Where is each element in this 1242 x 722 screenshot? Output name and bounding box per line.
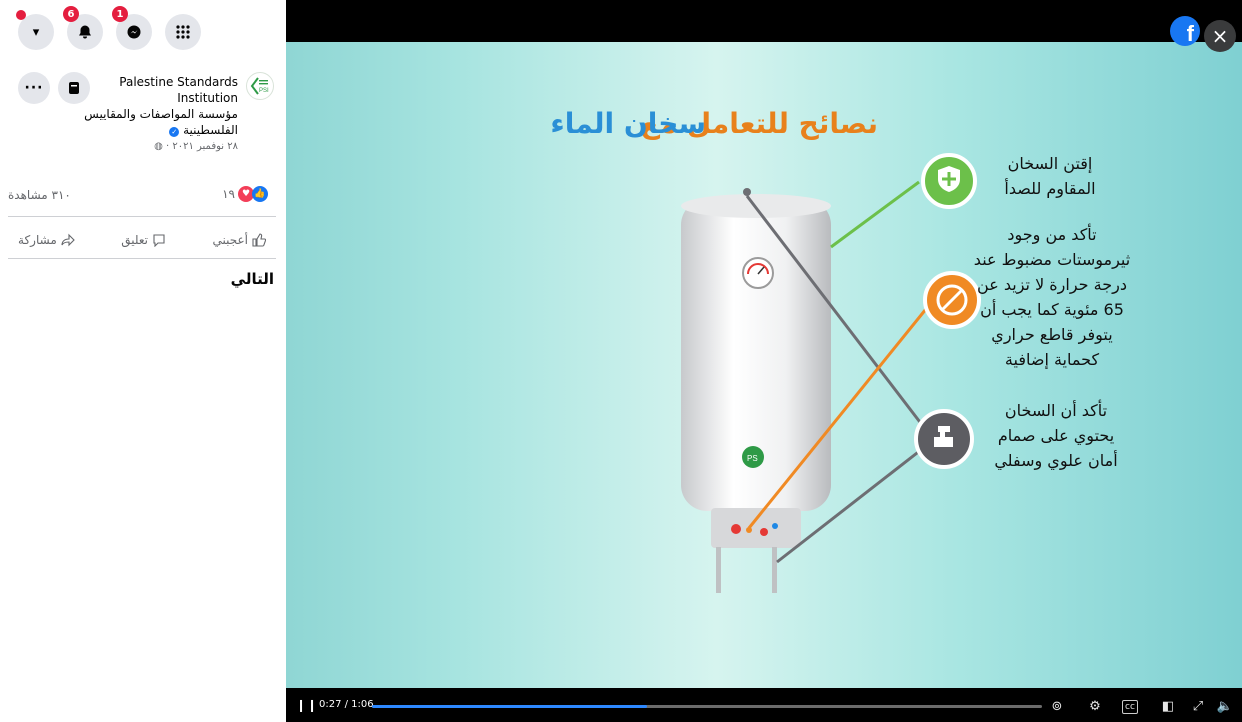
heater-base bbox=[711, 508, 801, 548]
top-icon-bar: ▾ 6 1 bbox=[16, 6, 201, 50]
globe-icon: ◍ bbox=[154, 141, 163, 152]
tip-thermostat: تأكد من وجود ثيرموستات مضبوط عند درجة حر… bbox=[973, 225, 1131, 369]
green-connector bbox=[830, 180, 920, 249]
reaction-count: ١٩ bbox=[222, 187, 235, 201]
picture-in-picture-icon[interactable]: ◧ bbox=[1159, 697, 1177, 715]
page-info: Palestine Standards Institution مؤسسة ال… bbox=[78, 74, 238, 155]
page-name-en[interactable]: Palestine Standards Institution bbox=[78, 74, 238, 106]
reactions-summary[interactable]: ١٩ ♥ 👍 bbox=[222, 186, 268, 202]
tip-rust-resistant: إقتن السخان المقاوم للصدأ bbox=[1004, 154, 1096, 198]
notifications-badge: 6 bbox=[63, 6, 79, 22]
closed-captions-icon[interactable]: cc bbox=[1122, 700, 1138, 714]
close-icon: × bbox=[1211, 24, 1229, 48]
volume-icon[interactable]: 🔈 bbox=[1216, 697, 1234, 715]
view-count[interactable]: ٣١٠ مشاهدة bbox=[8, 188, 71, 202]
thumbs-up-icon bbox=[252, 233, 266, 247]
base-knob-red-2 bbox=[760, 528, 768, 536]
more-icon: ··· bbox=[24, 80, 44, 96]
messenger-icon bbox=[127, 25, 141, 39]
pipe-left bbox=[716, 547, 721, 593]
chevron-down-icon: ▾ bbox=[32, 24, 40, 40]
comment-icon bbox=[153, 234, 165, 247]
video-controls: ❙❙ 0:27 / 1:06 ⊚ ⚙ cc ◧ ⤢ 🔈 bbox=[286, 690, 1242, 722]
next-videos-heading: التالي bbox=[230, 270, 274, 288]
like-reaction-icon: 👍 bbox=[252, 186, 268, 202]
comment-label: تعليق bbox=[121, 233, 148, 247]
video-frame[interactable]: PS نصائح للتعامل مع سخان الماء إقتن السخ… bbox=[286, 42, 1242, 688]
comment-button[interactable]: تعليق bbox=[111, 227, 176, 253]
messenger-button[interactable]: 1 bbox=[112, 6, 152, 50]
share-button[interactable]: مشاركة bbox=[8, 227, 85, 253]
fullscreen-icon[interactable]: ⤢ bbox=[1189, 697, 1207, 715]
pipe-right bbox=[772, 547, 777, 593]
like-button[interactable]: أعجبني bbox=[203, 227, 276, 253]
stats-divider bbox=[8, 216, 276, 217]
messenger-badge: 1 bbox=[112, 6, 128, 22]
verified-badge-icon: ✓ bbox=[169, 127, 180, 137]
psi-logo-icon: PSI bbox=[250, 77, 269, 95]
video-title-part2: سخان الماء bbox=[550, 107, 706, 140]
post-date-text: ٢٨ نوفمبر ٢٠٢١ · bbox=[166, 141, 238, 152]
apps-menu-button[interactable] bbox=[165, 14, 201, 50]
tip-safety-valve: تأكد أن السخان يحتوي على صمام أمان علوي … bbox=[994, 401, 1118, 470]
captions-style-icon[interactable]: ⊚ bbox=[1048, 697, 1066, 715]
account-menu-button[interactable]: ▾ bbox=[16, 10, 54, 50]
notifications-button[interactable]: 6 bbox=[63, 6, 103, 50]
post-stats: ٣١٠ مشاهدة ١٩ ♥ 👍 bbox=[8, 185, 276, 209]
grid-menu-icon bbox=[176, 25, 190, 39]
post-sidebar: ▾ 6 1 ··· PSI Palestine Standards Instit… bbox=[0, 0, 286, 722]
progress-fill bbox=[372, 705, 647, 708]
facebook-logo-glyph: f bbox=[1186, 21, 1194, 46]
post-date[interactable]: ٢٨ نوفمبر ٢٠٢١ · ◍ bbox=[78, 139, 238, 155]
post-options-button[interactable]: ··· bbox=[18, 72, 50, 104]
base-knob-blue bbox=[772, 523, 778, 529]
psi-logo-text: PSI bbox=[259, 88, 269, 94]
post-header: ··· PSI Palestine Standards Institution … bbox=[18, 70, 274, 170]
bell-icon bbox=[79, 25, 91, 39]
actions-divider bbox=[8, 258, 276, 259]
pause-button[interactable]: ❙❙ bbox=[296, 698, 318, 712]
facebook-logo-icon[interactable]: f bbox=[1170, 16, 1200, 46]
heater-logo-text: PS bbox=[747, 454, 758, 463]
page-avatar[interactable]: PSI bbox=[246, 72, 274, 100]
post-actions: أعجبني تعليق مشاركة bbox=[8, 227, 276, 253]
time-display: 0:27 / 1:06 bbox=[319, 699, 374, 710]
share-label: مشاركة bbox=[18, 233, 57, 247]
video-player[interactable]: PS نصائح للتعامل مع سخان الماء إقتن السخ… bbox=[286, 0, 1242, 722]
page-name-ar[interactable]: مؤسسة المواصفات والمقاييس الفلسطينية bbox=[84, 107, 238, 137]
close-button[interactable]: × bbox=[1204, 20, 1236, 52]
share-icon bbox=[61, 233, 75, 247]
progress-bar[interactable] bbox=[372, 705, 1042, 708]
settings-gear-icon[interactable]: ⚙ bbox=[1086, 697, 1104, 715]
account-badge bbox=[16, 10, 26, 20]
base-knob-red bbox=[731, 524, 741, 534]
like-label: أعجبني bbox=[212, 233, 248, 247]
